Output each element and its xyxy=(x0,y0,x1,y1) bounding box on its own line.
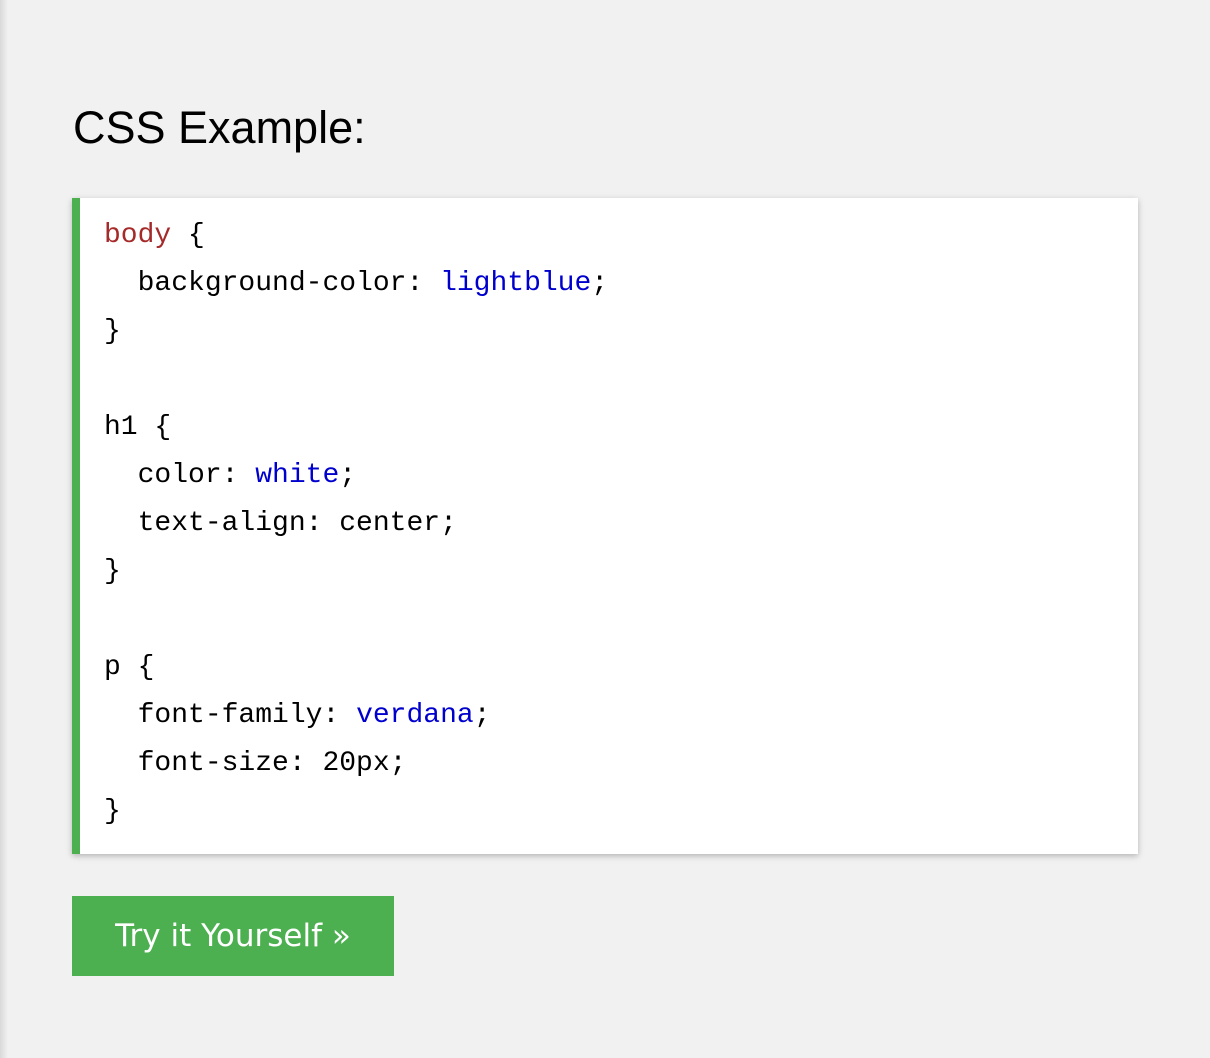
code-value: center xyxy=(339,508,441,539)
code-line: body { xyxy=(104,212,1138,260)
code-brace: } xyxy=(104,316,121,347)
code-semicolon: ; xyxy=(440,508,457,539)
code-selector: p xyxy=(104,652,121,683)
code-value: lightblue xyxy=(440,268,592,299)
code-line: } xyxy=(104,788,1138,836)
code-line: text-align: center; xyxy=(104,500,1138,548)
code-selector: h1 xyxy=(104,412,138,443)
code-block: body { background-color: lightblue; } h1… xyxy=(72,198,1138,854)
code-value: 20px xyxy=(322,748,390,779)
try-it-yourself-button[interactable]: Try it Yourself » xyxy=(72,896,394,976)
code-separator: : xyxy=(288,748,323,779)
window-edge-shadow xyxy=(0,0,8,1058)
code-semicolon: ; xyxy=(473,700,491,731)
code-semicolon: ; xyxy=(389,748,407,779)
code-separator: : xyxy=(322,700,357,731)
code-value: white xyxy=(255,460,340,491)
code-line: } xyxy=(104,308,1138,356)
code-semicolon: ; xyxy=(339,460,357,491)
code-property: text-align xyxy=(137,508,306,539)
code-property: font-size xyxy=(137,748,289,779)
code-punct: { xyxy=(120,652,155,683)
code-property: color xyxy=(137,460,222,491)
code-property: font-family xyxy=(137,700,323,731)
example-title: CSS Example: xyxy=(73,102,366,153)
code-line: background-color: lightblue; xyxy=(104,260,1138,308)
code-brace: } xyxy=(104,796,121,827)
code-separator: : xyxy=(305,508,340,539)
code-value: verdana xyxy=(356,700,474,731)
code-separator: : xyxy=(406,268,441,299)
code-selector: body xyxy=(104,220,172,251)
code-line: font-family: verdana; xyxy=(104,692,1138,740)
code-line: } xyxy=(104,548,1138,596)
code-punct: { xyxy=(137,412,172,443)
code-punct: { xyxy=(171,220,205,251)
code-line: p { xyxy=(104,644,1138,692)
code-property: background-color xyxy=(137,268,407,299)
code-line: font-size: 20px; xyxy=(104,740,1138,788)
code-separator: : xyxy=(221,460,256,491)
code-line: color: white; xyxy=(104,452,1138,500)
code-brace: } xyxy=(104,556,121,587)
code-semicolon: ; xyxy=(591,268,609,299)
code-line: h1 { xyxy=(104,404,1138,452)
